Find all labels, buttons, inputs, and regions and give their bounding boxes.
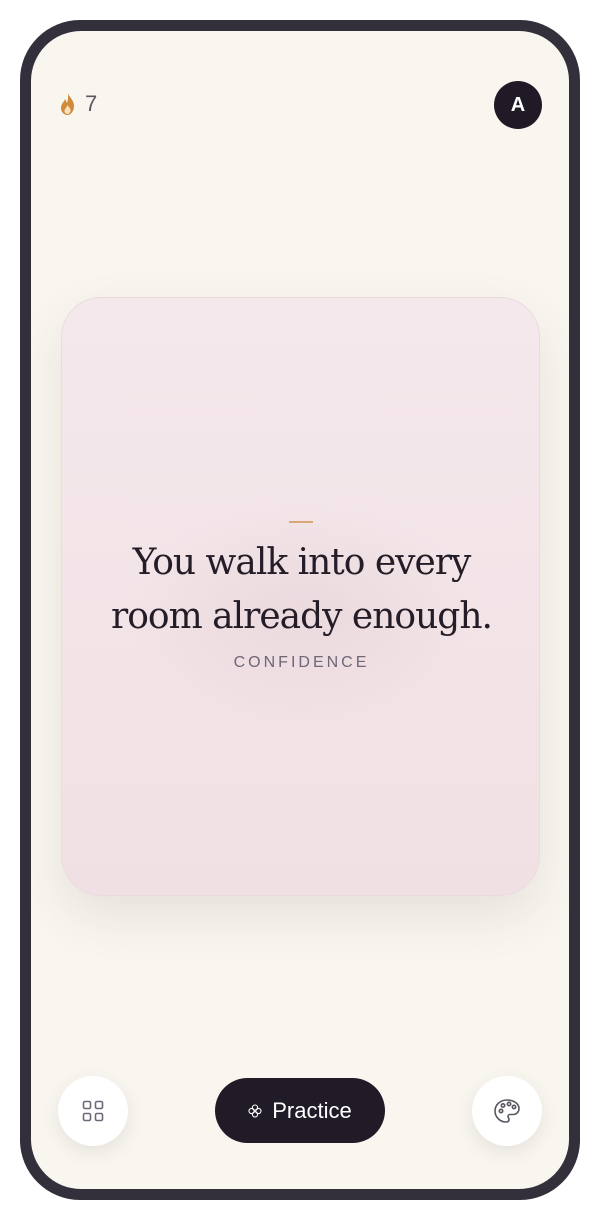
affirmation-text: You walk into every room already enough.	[82, 536, 521, 644]
accent-line	[289, 521, 313, 523]
affirmation-card[interactable]: You walk into every room already enough.…	[61, 297, 540, 896]
category-label: CONFIDENCE	[233, 654, 370, 671]
avatar-initial: A	[510, 93, 526, 116]
grid-icon	[82, 1100, 104, 1122]
breath-icon	[248, 1103, 262, 1118]
app-screen: 7 A You walk into every room already eno…	[31, 31, 569, 1189]
profile-avatar[interactable]: A	[494, 81, 542, 129]
palette-icon	[494, 1099, 520, 1123]
affirmation-line-1: You walk into every	[132, 542, 472, 583]
categories-button[interactable]	[58, 1076, 128, 1146]
theme-button[interactable]	[472, 1076, 542, 1146]
streak-indicator[interactable]: 7	[58, 91, 97, 117]
flame-icon	[61, 93, 74, 115]
practice-label: Practice	[272, 1097, 352, 1123]
practice-button[interactable]: Practice	[215, 1078, 385, 1143]
affirmation-line-2: room already enough.	[111, 596, 493, 637]
phone-frame: 7 A You walk into every room already eno…	[20, 20, 580, 1200]
streak-count: 7	[85, 91, 98, 116]
